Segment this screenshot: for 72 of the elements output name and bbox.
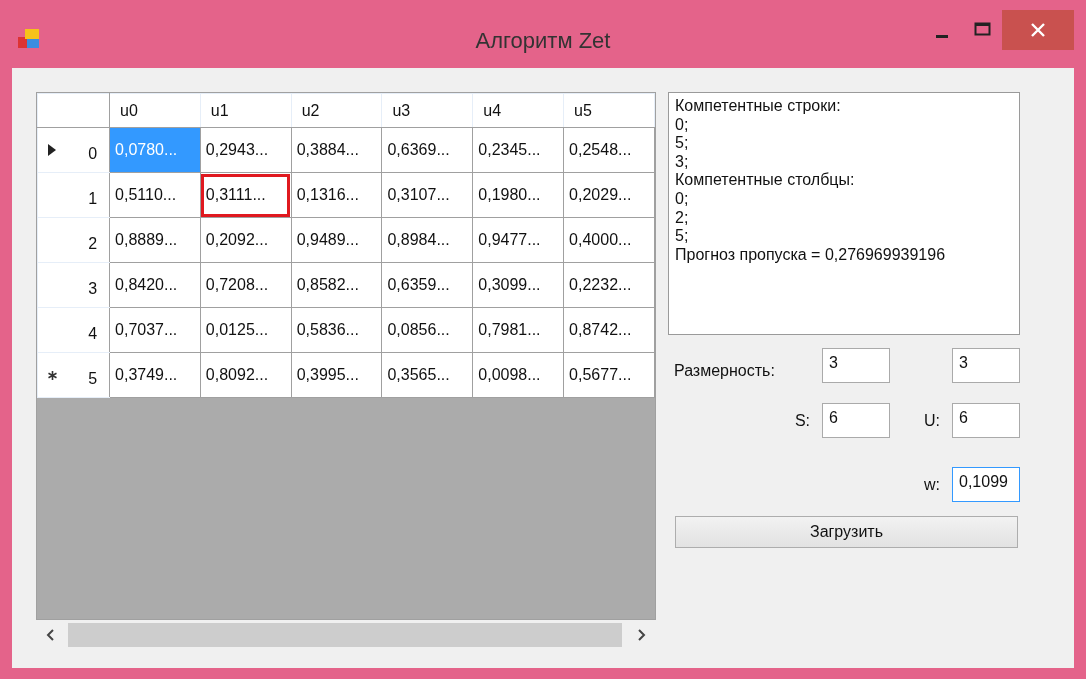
table-cell[interactable]: 0,2345...: [472, 127, 564, 173]
table-cell[interactable]: 0,3749...: [109, 352, 201, 398]
table-cell[interactable]: 0,6369...: [381, 127, 473, 173]
close-icon: [1031, 23, 1045, 37]
app-icon: [18, 29, 40, 49]
table-cell[interactable]: 0,0856...: [381, 307, 473, 353]
dimension-columns-field[interactable]: 3: [952, 348, 1020, 383]
output-line: 3;: [675, 152, 689, 172]
u-label: U:: [923, 411, 941, 430]
table-cell[interactable]: 0,0098...: [472, 352, 564, 398]
table-cell[interactable]: 0,3111...: [200, 172, 292, 218]
table-cell[interactable]: 0,8092...: [200, 352, 292, 398]
table-cell[interactable]: 0,2092...: [200, 217, 292, 263]
table-cell[interactable]: 0,8420...: [109, 262, 201, 308]
table-cell[interactable]: 0,1316...: [291, 172, 382, 218]
table-cell[interactable]: 0,7037...: [109, 307, 201, 353]
table-cell[interactable]: 0,5836...: [291, 307, 382, 353]
row-header[interactable]: 3: [88, 272, 98, 298]
table-cell[interactable]: 0,2029...: [563, 172, 655, 218]
table-cell[interactable]: 0,9489...: [291, 217, 382, 263]
s-label: S:: [793, 411, 811, 430]
row-header[interactable]: 2: [88, 227, 98, 253]
table-cell[interactable]: 0,5110...: [109, 172, 201, 218]
table-cell[interactable]: 0,3099...: [472, 262, 564, 308]
output-line: Прогноз пропуска = 0,276969939196: [675, 245, 946, 265]
output-line: 0;: [675, 115, 689, 135]
column-header[interactable]: u0: [109, 93, 201, 128]
close-button[interactable]: [1002, 10, 1074, 50]
output-line: Компетентные столбцы:: [675, 171, 855, 190]
table-cell[interactable]: 0,8889...: [109, 217, 201, 263]
table-cell[interactable]: 0,7208...: [200, 262, 292, 308]
column-header[interactable]: u4: [472, 93, 564, 128]
table-cell[interactable]: 0,1980...: [472, 172, 564, 218]
table-cell[interactable]: 0,0125...: [200, 307, 292, 353]
output-line: 5;: [675, 227, 689, 246]
table-cell[interactable]: 0,2943...: [200, 127, 292, 173]
load-button[interactable]: Загрузить: [675, 516, 1018, 548]
table-cell[interactable]: 0,2232...: [563, 262, 655, 308]
window-title: Алгоритм Zet: [475, 28, 611, 54]
output-textbox[interactable]: Компетентные строки: 0; 5; 3; Компетентные столбцы: 0; 2; 5; Прогноз пропуска = 0,276969939196: [668, 92, 1020, 335]
row-header[interactable]: 5: [88, 362, 98, 388]
table-cell[interactable]: 0,2548...: [563, 127, 655, 173]
row-header[interactable]: 4: [88, 317, 98, 343]
column-header[interactable]: u2: [291, 93, 382, 128]
table-cell[interactable]: 0,4000...: [563, 217, 655, 263]
table-cell[interactable]: 0,3995...: [291, 352, 382, 398]
output-line: 2;: [675, 208, 689, 228]
table-cell[interactable]: 0,6359...: [381, 262, 473, 308]
table-cell[interactable]: 0,8742...: [563, 307, 655, 353]
row-header[interactable]: 0: [88, 137, 98, 163]
row-header[interactable]: 1: [88, 182, 98, 208]
output-line: 0;: [675, 189, 689, 209]
column-header[interactable]: u1: [200, 93, 292, 128]
dimension-rows-field[interactable]: 3: [822, 348, 890, 383]
table-cell[interactable]: 0,8582...: [291, 262, 382, 308]
u-field[interactable]: 6: [952, 403, 1020, 438]
w-field[interactable]: 0,1099: [952, 467, 1020, 502]
table-cell[interactable]: 0,5677...: [563, 352, 655, 398]
column-header[interactable]: u3: [381, 93, 473, 128]
column-header[interactable]: u5: [563, 93, 655, 128]
table-cell[interactable]: 0,3565...: [381, 352, 473, 398]
table-cell[interactable]: 0,7981...: [472, 307, 564, 353]
table-cell[interactable]: 0,3884...: [291, 127, 382, 173]
w-label: w:: [923, 475, 941, 494]
scrollbar-thumb[interactable]: [68, 623, 622, 647]
table-cell[interactable]: 0,8984...: [381, 217, 473, 263]
output-line: Компетентные строки:: [675, 97, 841, 116]
table-cell[interactable]: 0,9477...: [472, 217, 564, 263]
dimension-label: Размерность:: [673, 360, 776, 380]
table-cell[interactable]: 0,3107...: [381, 172, 473, 218]
s-field[interactable]: 6: [822, 403, 890, 438]
output-line: 5;: [675, 134, 689, 153]
